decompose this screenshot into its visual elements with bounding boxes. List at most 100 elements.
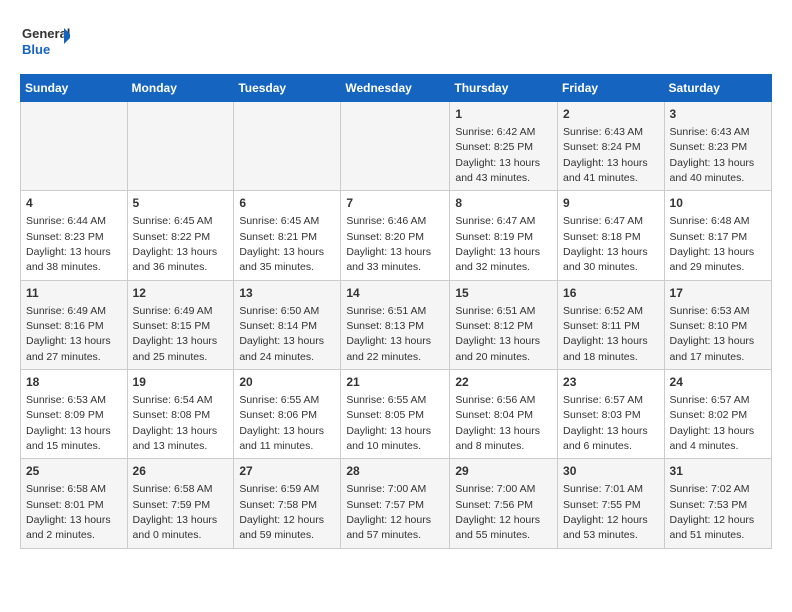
day-number: 14 bbox=[346, 285, 444, 302]
week-row-2: 4 Sunrise: 6:44 AM Sunset: 8:23 PM Daylig… bbox=[21, 191, 772, 280]
day-info: Sunrise: 6:56 AM Sunset: 8:04 PM Dayligh… bbox=[455, 394, 540, 452]
day-number: 27 bbox=[239, 463, 335, 480]
day-cell bbox=[127, 102, 234, 191]
day-info: Sunrise: 7:01 AM Sunset: 7:55 PM Dayligh… bbox=[563, 483, 648, 541]
day-info: Sunrise: 6:52 AM Sunset: 8:11 PM Dayligh… bbox=[563, 305, 648, 363]
day-info: Sunrise: 6:44 AM Sunset: 8:23 PM Dayligh… bbox=[26, 215, 111, 273]
day-info: Sunrise: 6:45 AM Sunset: 8:22 PM Dayligh… bbox=[133, 215, 218, 273]
day-cell: 18 Sunrise: 6:53 AM Sunset: 8:09 PM Dayli… bbox=[21, 370, 128, 459]
day-cell: 28 Sunrise: 7:00 AM Sunset: 7:57 PM Dayli… bbox=[341, 459, 450, 548]
day-info: Sunrise: 6:53 AM Sunset: 8:09 PM Dayligh… bbox=[26, 394, 111, 452]
day-info: Sunrise: 6:45 AM Sunset: 8:21 PM Dayligh… bbox=[239, 215, 324, 273]
day-cell: 27 Sunrise: 6:59 AM Sunset: 7:58 PM Dayli… bbox=[234, 459, 341, 548]
header-cell-monday: Monday bbox=[127, 75, 234, 102]
day-number: 23 bbox=[563, 374, 659, 391]
day-cell: 11 Sunrise: 6:49 AM Sunset: 8:16 PM Dayli… bbox=[21, 280, 128, 369]
day-number: 11 bbox=[26, 285, 122, 302]
day-number: 15 bbox=[455, 285, 552, 302]
day-info: Sunrise: 6:58 AM Sunset: 7:59 PM Dayligh… bbox=[133, 483, 218, 541]
day-number: 21 bbox=[346, 374, 444, 391]
day-cell: 7 Sunrise: 6:46 AM Sunset: 8:20 PM Daylig… bbox=[341, 191, 450, 280]
day-cell: 26Sunrise: 6:58 AM Sunset: 7:59 PM Dayli… bbox=[127, 459, 234, 548]
day-info: Sunrise: 6:47 AM Sunset: 8:18 PM Dayligh… bbox=[563, 215, 648, 273]
day-cell bbox=[21, 102, 128, 191]
day-number: 19 bbox=[133, 374, 229, 391]
day-info: Sunrise: 6:57 AM Sunset: 8:03 PM Dayligh… bbox=[563, 394, 648, 452]
day-cell: 14 Sunrise: 6:51 AM Sunset: 8:13 PM Dayli… bbox=[341, 280, 450, 369]
day-cell: 12Sunrise: 6:49 AM Sunset: 8:15 PM Dayli… bbox=[127, 280, 234, 369]
day-cell: 25 Sunrise: 6:58 AM Sunset: 8:01 PM Dayli… bbox=[21, 459, 128, 548]
day-number: 2 bbox=[563, 106, 659, 123]
day-number: 25 bbox=[26, 463, 122, 480]
day-number: 10 bbox=[670, 195, 766, 212]
day-number: 31 bbox=[670, 463, 766, 480]
day-info: Sunrise: 6:51 AM Sunset: 8:12 PM Dayligh… bbox=[455, 305, 540, 363]
day-info: Sunrise: 6:55 AM Sunset: 8:06 PM Dayligh… bbox=[239, 394, 324, 452]
day-cell: 29Sunrise: 7:00 AM Sunset: 7:56 PM Dayli… bbox=[450, 459, 558, 548]
day-info: Sunrise: 6:57 AM Sunset: 8:02 PM Dayligh… bbox=[670, 394, 755, 452]
logo: General Blue bbox=[20, 20, 70, 64]
day-number: 20 bbox=[239, 374, 335, 391]
day-cell: 3Sunrise: 6:43 AM Sunset: 8:23 PM Daylig… bbox=[664, 102, 771, 191]
page-header: General Blue bbox=[20, 20, 772, 64]
day-info: Sunrise: 6:47 AM Sunset: 8:19 PM Dayligh… bbox=[455, 215, 540, 273]
day-number: 1 bbox=[455, 106, 552, 123]
day-info: Sunrise: 6:48 AM Sunset: 8:17 PM Dayligh… bbox=[670, 215, 755, 273]
day-info: Sunrise: 6:51 AM Sunset: 8:13 PM Dayligh… bbox=[346, 305, 431, 363]
day-cell: 22Sunrise: 6:56 AM Sunset: 8:04 PM Dayli… bbox=[450, 370, 558, 459]
day-cell: 6 Sunrise: 6:45 AM Sunset: 8:21 PM Daylig… bbox=[234, 191, 341, 280]
day-info: Sunrise: 7:00 AM Sunset: 7:57 PM Dayligh… bbox=[346, 483, 431, 541]
day-number: 30 bbox=[563, 463, 659, 480]
day-cell: 1Sunrise: 6:42 AM Sunset: 8:25 PM Daylig… bbox=[450, 102, 558, 191]
day-number: 29 bbox=[455, 463, 552, 480]
day-cell: 8 Sunrise: 6:47 AM Sunset: 8:19 PM Daylig… bbox=[450, 191, 558, 280]
day-number: 7 bbox=[346, 195, 444, 212]
header-cell-wednesday: Wednesday bbox=[341, 75, 450, 102]
day-cell bbox=[341, 102, 450, 191]
day-info: Sunrise: 6:58 AM Sunset: 8:01 PM Dayligh… bbox=[26, 483, 111, 541]
day-cell: 30 Sunrise: 7:01 AM Sunset: 7:55 PM Dayli… bbox=[558, 459, 665, 548]
day-info: Sunrise: 6:54 AM Sunset: 8:08 PM Dayligh… bbox=[133, 394, 218, 452]
day-cell: 19 Sunrise: 6:54 AM Sunset: 8:08 PM Dayli… bbox=[127, 370, 234, 459]
day-info: Sunrise: 6:49 AM Sunset: 8:15 PM Dayligh… bbox=[133, 305, 218, 363]
day-cell: 4 Sunrise: 6:44 AM Sunset: 8:23 PM Daylig… bbox=[21, 191, 128, 280]
logo-icon: General Blue bbox=[20, 20, 70, 64]
day-cell: 13Sunrise: 6:50 AM Sunset: 8:14 PM Dayli… bbox=[234, 280, 341, 369]
calendar-table: SundayMondayTuesdayWednesdayThursdayFrid… bbox=[20, 74, 772, 549]
day-cell: 15 Sunrise: 6:51 AM Sunset: 8:12 PM Dayli… bbox=[450, 280, 558, 369]
day-number: 6 bbox=[239, 195, 335, 212]
day-cell: 16Sunrise: 6:52 AM Sunset: 8:11 PM Dayli… bbox=[558, 280, 665, 369]
day-info: Sunrise: 6:46 AM Sunset: 8:20 PM Dayligh… bbox=[346, 215, 431, 273]
week-row-3: 11 Sunrise: 6:49 AM Sunset: 8:16 PM Dayli… bbox=[21, 280, 772, 369]
week-row-4: 18 Sunrise: 6:53 AM Sunset: 8:09 PM Dayli… bbox=[21, 370, 772, 459]
day-cell: 2 Sunrise: 6:43 AM Sunset: 8:24 PM Daylig… bbox=[558, 102, 665, 191]
day-number: 18 bbox=[26, 374, 122, 391]
header-cell-saturday: Saturday bbox=[664, 75, 771, 102]
day-cell: 10 Sunrise: 6:48 AM Sunset: 8:17 PM Dayli… bbox=[664, 191, 771, 280]
svg-text:Blue: Blue bbox=[22, 42, 50, 57]
header-cell-tuesday: Tuesday bbox=[234, 75, 341, 102]
week-row-1: 1Sunrise: 6:42 AM Sunset: 8:25 PM Daylig… bbox=[21, 102, 772, 191]
day-number: 9 bbox=[563, 195, 659, 212]
day-cell bbox=[234, 102, 341, 191]
day-info: Sunrise: 6:55 AM Sunset: 8:05 PM Dayligh… bbox=[346, 394, 431, 452]
day-number: 4 bbox=[26, 195, 122, 212]
svg-text:General: General bbox=[22, 26, 70, 41]
day-number: 24 bbox=[670, 374, 766, 391]
header-cell-thursday: Thursday bbox=[450, 75, 558, 102]
day-info: Sunrise: 6:49 AM Sunset: 8:16 PM Dayligh… bbox=[26, 305, 111, 363]
day-info: Sunrise: 6:59 AM Sunset: 7:58 PM Dayligh… bbox=[239, 483, 324, 541]
day-number: 8 bbox=[455, 195, 552, 212]
day-cell: 31 Sunrise: 7:02 AM Sunset: 7:53 PM Dayli… bbox=[664, 459, 771, 548]
header-cell-friday: Friday bbox=[558, 75, 665, 102]
day-cell: 23 Sunrise: 6:57 AM Sunset: 8:03 PM Dayli… bbox=[558, 370, 665, 459]
day-number: 17 bbox=[670, 285, 766, 302]
day-info: Sunrise: 6:43 AM Sunset: 8:23 PM Dayligh… bbox=[670, 126, 755, 184]
header-cell-sunday: Sunday bbox=[21, 75, 128, 102]
day-info: Sunrise: 7:02 AM Sunset: 7:53 PM Dayligh… bbox=[670, 483, 755, 541]
day-number: 28 bbox=[346, 463, 444, 480]
calendar-header: SundayMondayTuesdayWednesdayThursdayFrid… bbox=[21, 75, 772, 102]
week-row-5: 25 Sunrise: 6:58 AM Sunset: 8:01 PM Dayli… bbox=[21, 459, 772, 548]
day-info: Sunrise: 6:43 AM Sunset: 8:24 PM Dayligh… bbox=[563, 126, 648, 184]
calendar-body: 1Sunrise: 6:42 AM Sunset: 8:25 PM Daylig… bbox=[21, 102, 772, 549]
